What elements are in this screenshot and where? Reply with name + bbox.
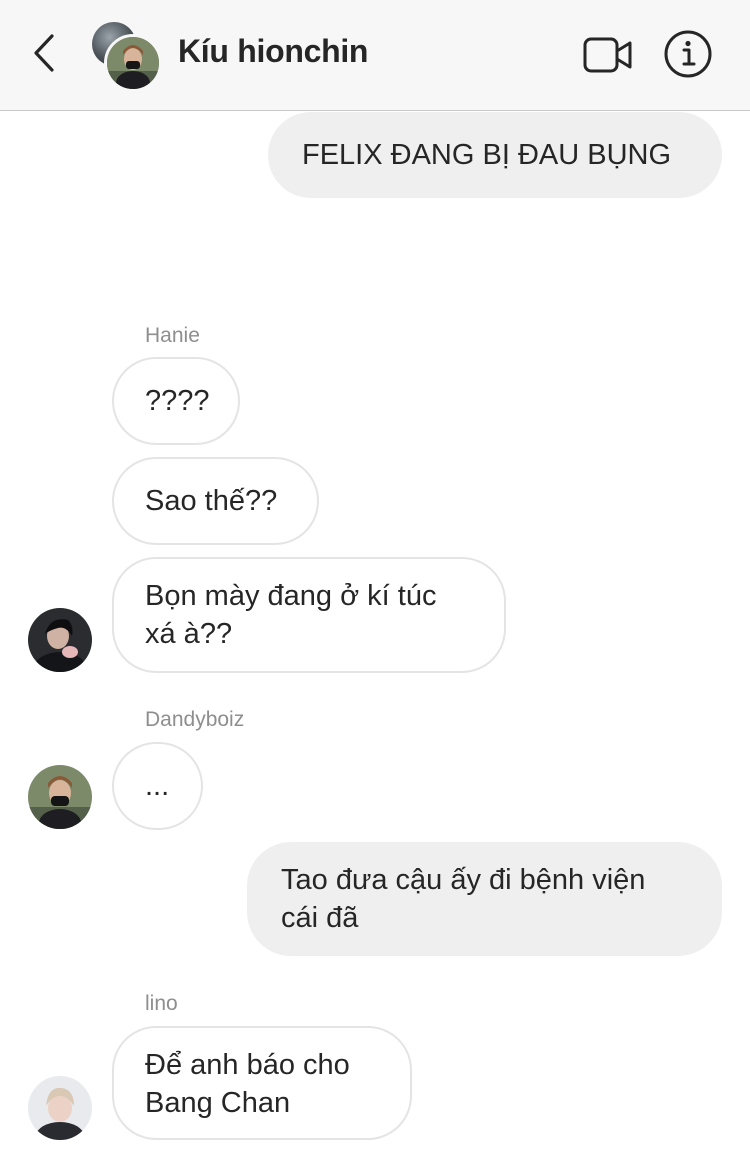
message-bubble-received[interactable]: Sao thế?? <box>112 457 319 545</box>
sender-name: lino <box>145 992 178 1015</box>
message-bubble-sent[interactable]: FELIX ĐANG BỊ ĐAU BỤNG <box>268 112 722 198</box>
chat-header: Kíu hionchin <box>0 0 750 111</box>
message-text-line: Bọn mày đang ở kí túc <box>145 580 437 612</box>
sender-name: Hanie <box>145 324 200 347</box>
message-text-line: Để anh báo cho <box>145 1049 350 1081</box>
message-text: FELIX ĐANG BỊ ĐAU BỤNG <box>302 139 672 171</box>
message-text-line: xá à?? <box>145 618 233 650</box>
avatar-hanie[interactable] <box>28 608 92 672</box>
video-camera-icon <box>583 37 632 73</box>
message-text-line: Bang Chan <box>145 1087 291 1119</box>
message-bubble-received[interactable]: Để anh báo cho Bang Chan <box>112 1026 412 1140</box>
info-button[interactable] <box>662 28 714 80</box>
group-avatar[interactable] <box>90 20 162 92</box>
group-avatar-front <box>104 34 162 92</box>
message-text-line: Tao đưa cậu ấy đi bệnh viện <box>281 864 646 896</box>
avatar-dandyboiz[interactable] <box>28 765 92 829</box>
video-call-button[interactable] <box>580 30 636 80</box>
message-text-line: cái đã <box>281 902 359 934</box>
message-bubble-received[interactable]: Bọn mày đang ở kí túc xá à?? <box>112 557 506 673</box>
avatar-lino[interactable] <box>28 1076 92 1140</box>
sender-name: Dandyboiz <box>145 708 245 731</box>
message-text: ... <box>145 770 170 802</box>
back-button[interactable] <box>22 28 66 78</box>
message-text: ???? <box>145 385 210 417</box>
chevron-left-icon <box>34 34 54 72</box>
message-text: Sao thế?? <box>145 485 278 517</box>
message-bubble-received[interactable]: ???? <box>112 357 240 445</box>
chat-title[interactable]: Kíu hionchin <box>178 33 368 70</box>
message-bubble-received[interactable]: ... <box>112 742 203 830</box>
info-circle-icon <box>664 30 712 78</box>
message-bubble-sent[interactable]: Tao đưa cậu ấy đi bệnh viện cái đã <box>247 842 722 956</box>
